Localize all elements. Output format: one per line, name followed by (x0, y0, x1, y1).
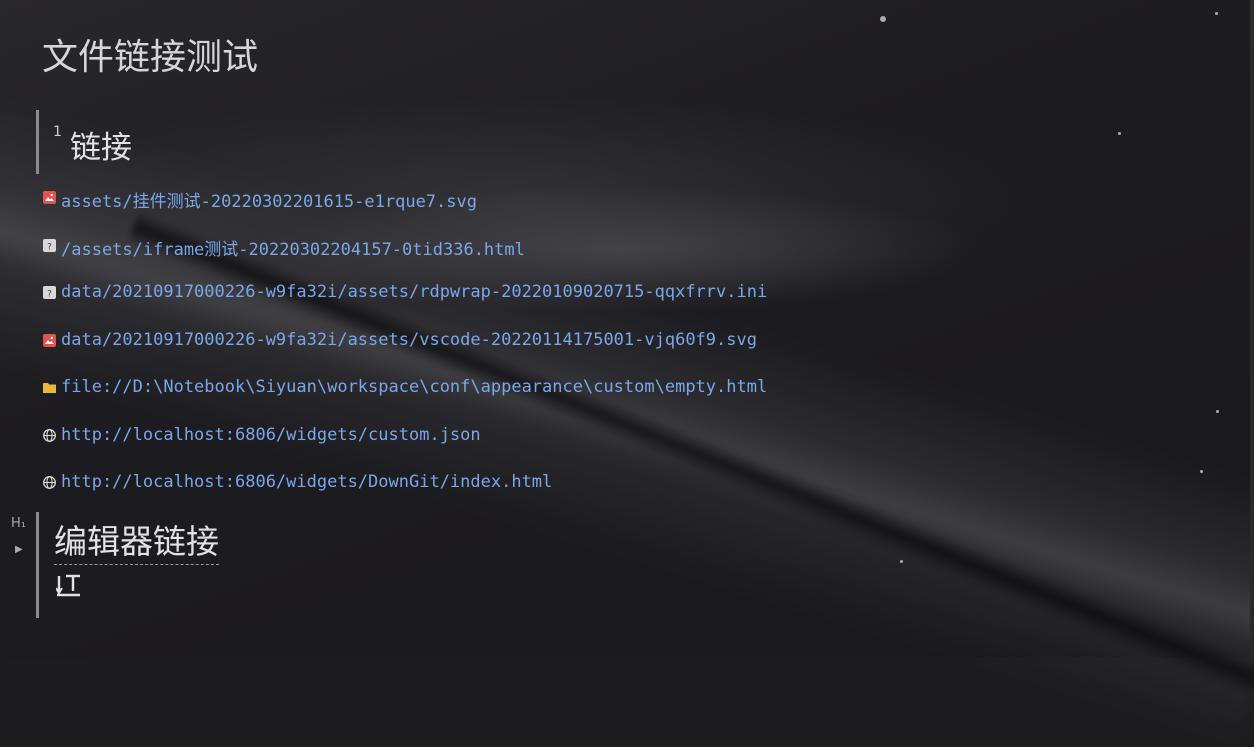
scrollbar-track[interactable] (1250, 0, 1254, 658)
link-text[interactable]: data/20210917000226-w9fa32i/assets/vscod… (61, 330, 757, 350)
heading-editor-links[interactable]: 编辑器链接 (54, 522, 219, 565)
collapse-arrow-icon[interactable]: ▶ (15, 544, 23, 555)
link-text[interactable]: data/20210917000226-w9fa32i/assets/rdpwr… (61, 282, 767, 302)
heading-level-marker[interactable]: H₁ (11, 516, 26, 531)
svg-text:?: ? (47, 290, 52, 300)
link-text[interactable]: file://D:\Notebook\Siyuan\workspace\conf… (61, 377, 767, 397)
folder-icon (43, 383, 56, 393)
unknown-file-icon: ? (43, 239, 56, 252)
heading-index: 1 (53, 124, 62, 140)
unknown-file-icon: ? (43, 286, 56, 299)
image-file-icon (43, 334, 56, 347)
image-file-icon (43, 191, 56, 204)
heading-block-links[interactable]: 1 链接 (36, 110, 132, 174)
globe-icon (43, 429, 56, 442)
link-text[interactable]: http://localhost:6806/widgets/custom.jso… (61, 425, 481, 445)
link-text[interactable]: http://localhost:6806/widgets/DownGit/in… (61, 472, 552, 492)
globe-icon (43, 476, 56, 489)
heading-block-editor[interactable]: 编辑器链接 (36, 512, 219, 618)
link-text[interactable]: assets/挂件测试-20220302201615-e1rque7.svg (61, 187, 477, 212)
svg-text:?: ? (47, 243, 52, 253)
editor-page: 文件链接测试 1 链接 assets/挂件测试-20220302201615-e… (0, 0, 1254, 658)
link-text[interactable]: /assets/iframe测试-20220302204157-0tid336.… (61, 235, 525, 260)
sort-icon[interactable] (56, 572, 82, 598)
heading-links[interactable]: 链接 (70, 122, 132, 167)
document-title[interactable]: 文件链接测试 (42, 28, 258, 80)
